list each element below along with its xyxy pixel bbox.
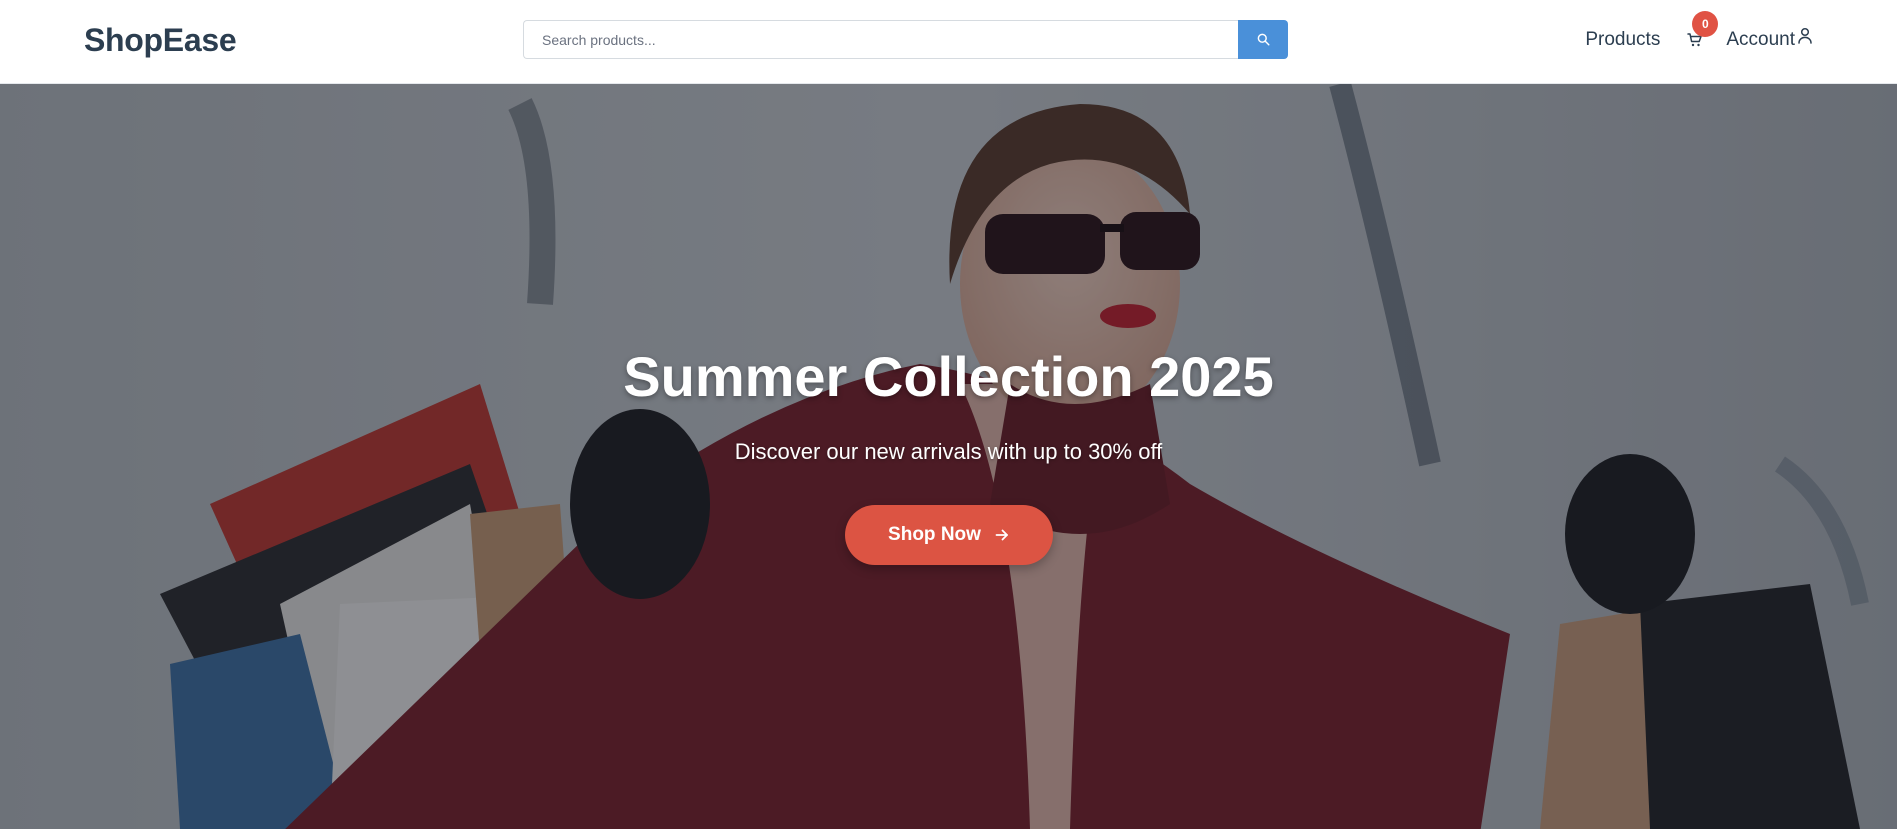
hero-banner: Summer Collection 2025 Discover our new … (0, 84, 1897, 829)
hero-title: Summer Collection 2025 (623, 345, 1274, 408)
hero-content: Summer Collection 2025 Discover our new … (0, 84, 1897, 829)
cart-button[interactable]: 0 (1684, 11, 1719, 51)
hero-subtitle: Discover our new arrivals with up to 30%… (734, 439, 1163, 464)
cart-count-badge: 0 (1692, 11, 1719, 37)
search-icon (1257, 33, 1270, 46)
search-bar (523, 20, 1288, 59)
nav-products-link[interactable]: Products (1585, 29, 1660, 51)
site-header: ShopEase Products 0 Account (0, 0, 1897, 84)
search-button[interactable] (1238, 20, 1288, 59)
arrow-right-icon (995, 529, 1008, 541)
account-label: Account (1726, 29, 1795, 50)
account-link[interactable]: Account (1726, 27, 1813, 51)
user-icon (1798, 27, 1812, 44)
shop-now-label: Shop Now (888, 524, 981, 545)
shop-now-button[interactable]: Shop Now (844, 505, 1053, 565)
search-input[interactable] (523, 20, 1238, 59)
main-nav: Products 0 Account (1585, 0, 1813, 80)
brand-logo[interactable]: ShopEase (84, 22, 237, 59)
